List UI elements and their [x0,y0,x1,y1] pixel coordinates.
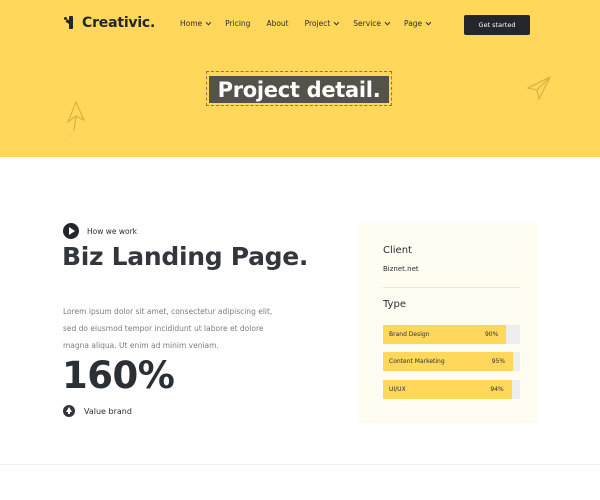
project-info-card: Client Biznet.net Type Brand Design 90% … [359,223,538,423]
chevron-down-icon [384,19,391,25]
skill-label: UI/UX [389,386,406,393]
nav-label: Page [404,19,423,28]
section-title: Biz Landing Page. [62,242,309,271]
page-title: Project detail. [209,76,389,103]
get-started-button[interactable]: Get started [464,15,530,35]
nav-item-home[interactable]: Home [180,19,212,28]
nav-label: Project [304,19,331,28]
section-description: Lorem ipsum dolor sit amet, consectetur … [63,307,273,350]
skill-bar-fill: Content Marketing 95% [383,352,514,371]
logo-text: Creativic. [82,15,156,31]
skill-percent: 95% [491,358,506,365]
logo-mark-icon [64,15,78,31]
skill-bar: Brand Design 90% [383,325,520,344]
card-divider [383,287,520,288]
skill-label: Content Marketing [389,358,445,365]
hero-banner: Creativic. Home Pricing About Project Se… [0,0,600,157]
play-icon[interactable] [63,223,79,239]
stat-label: Value brand [84,406,132,416]
skill-bar-fill: Brand Design 90% [383,325,507,344]
arrow-up-circle-icon [63,405,75,417]
nav-label: Service [353,19,382,28]
main-nav: Home Pricing About Project Service Page [180,19,432,28]
nav-item-service[interactable]: Service [353,19,391,28]
hero-title-frame: Project detail. [206,71,392,106]
skill-bar-fill: UI/UX 94% [383,380,512,399]
nav-item-pricing[interactable]: Pricing [225,19,250,28]
chevron-down-icon [205,19,212,25]
chevron-down-icon [333,19,340,25]
nav-label: About [266,19,289,28]
section-divider [0,464,600,465]
skill-label: Brand Design [389,331,430,338]
chevron-down-icon [425,19,432,25]
nav-item-about[interactable]: About [266,19,288,28]
logo[interactable]: Creativic. [64,15,155,31]
paper-plane-icon [63,100,86,143]
nav-label: Home [180,19,203,28]
skill-percent: 94% [490,386,504,393]
skill-bar: UI/UX 94% [383,380,520,399]
skill-percent: 90% [484,331,499,338]
client-value: Biznet.net [383,265,419,273]
nav-label: Pricing [225,19,251,28]
stat-label-row: Value brand [63,405,132,417]
eyebrow-text: How we work [87,226,138,236]
type-heading: Type [383,299,406,310]
section-eyebrow: How we work [63,223,137,239]
client-heading: Client [383,245,412,256]
skill-bar: Content Marketing 95% [383,352,520,371]
nav-item-page[interactable]: Page [404,19,432,28]
nav-item-project[interactable]: Project [304,19,340,28]
paper-plane-icon [526,75,552,101]
stat-value: 160% [62,354,175,397]
